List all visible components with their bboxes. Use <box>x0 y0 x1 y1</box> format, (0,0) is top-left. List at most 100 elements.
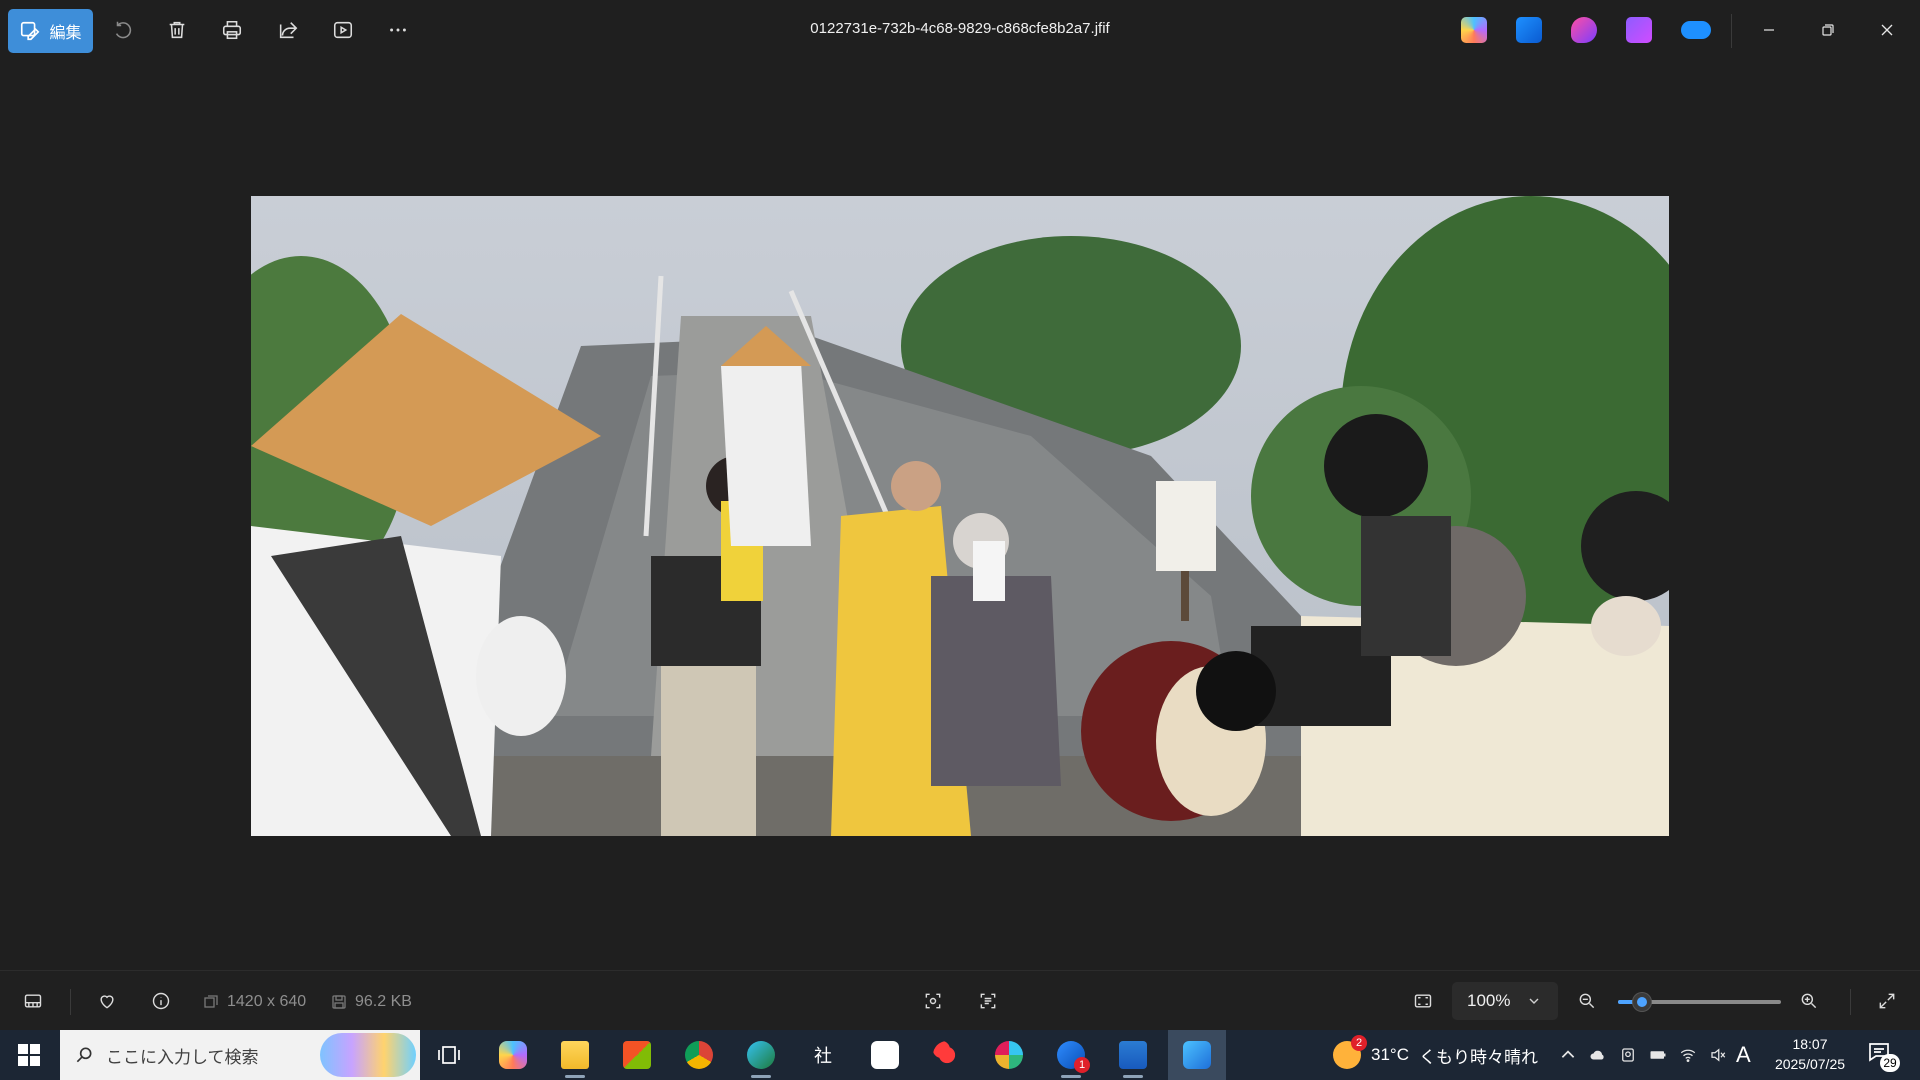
visual-search-button[interactable] <box>917 986 949 1016</box>
wifi-icon <box>1680 1049 1696 1063</box>
close-icon <box>1881 24 1893 36</box>
filmstrip-button[interactable] <box>17 986 49 1016</box>
print-button[interactable] <box>213 12 251 48</box>
minimize-button[interactable] <box>1746 12 1792 48</box>
onedrive-tray[interactable] <box>1587 1044 1609 1066</box>
zoom-out-button[interactable] <box>1571 986 1603 1016</box>
taskbar-microsoft-store[interactable] <box>610 1030 664 1080</box>
slack-icon <box>995 1041 1023 1069</box>
search-highlight-image <box>320 1033 416 1077</box>
status-bar: 1420 x 640 96.2 KB 100% <box>0 970 1920 1030</box>
task-view-button[interactable] <box>422 1030 476 1080</box>
search-placeholder: ここに入力して検索 <box>106 1047 259 1067</box>
volume-tray[interactable] <box>1707 1044 1729 1066</box>
taskbar-copilot[interactable] <box>486 1030 540 1080</box>
file-size: 96.2 KB <box>331 993 412 1011</box>
minimize-icon <box>1764 29 1774 31</box>
taskbar-app-w[interactable] <box>858 1030 912 1080</box>
expand-icon <box>1879 993 1895 1009</box>
status-separator <box>1850 989 1851 1015</box>
full-screen-button[interactable] <box>1871 986 1903 1016</box>
chevron-up-icon <box>1561 1050 1575 1058</box>
delete-button[interactable] <box>158 12 196 48</box>
restore-button[interactable] <box>1805 12 1851 48</box>
more-horizontal-icon <box>390 28 406 32</box>
battery-tray[interactable] <box>1647 1044 1669 1066</box>
windows-logo-icon <box>18 1044 40 1066</box>
photos-app-icon <box>1183 1041 1211 1069</box>
speaker-muted-icon <box>1711 1048 1726 1062</box>
photo-canvas[interactable] <box>251 196 1669 836</box>
top-toolbar: 編集 0122731e-732b-4c68-9829-c868cfe8b2a7.… <box>0 0 1920 60</box>
favorite-button[interactable] <box>91 986 123 1016</box>
taskbar-app-sha[interactable]: 社 <box>796 1030 850 1080</box>
taskbar-word[interactable] <box>1106 1030 1160 1080</box>
zoom-slider-thumb[interactable] <box>1633 993 1652 1011</box>
taskbar-chrome[interactable] <box>672 1030 726 1080</box>
notification-center-button[interactable]: 29 <box>1866 1040 1900 1072</box>
info-icon <box>152 992 170 1010</box>
w-app-icon <box>871 1041 899 1069</box>
edit-button[interactable]: 編集 <box>8 9 93 53</box>
weather-widget[interactable]: 2 31°C くもり時々晴れ <box>1333 1030 1538 1080</box>
close-button[interactable] <box>1864 12 1910 48</box>
app-sha-label: 社 <box>814 1046 832 1067</box>
file-info-button[interactable] <box>145 986 177 1016</box>
video-editor-icon[interactable] <box>1626 17 1652 43</box>
taskbar-search-box[interactable]: ここに入力して検索 <box>60 1030 420 1080</box>
edit-button-label: 編集 <box>49 25 82 42</box>
taskbar-photos[interactable] <box>1168 1030 1226 1080</box>
rotate-button[interactable] <box>104 12 142 48</box>
slideshow-icon <box>333 21 353 39</box>
text-scan-button[interactable] <box>972 986 1004 1016</box>
taskbar-clock[interactable]: 18:07 2025/07/25 <box>1770 1034 1850 1074</box>
search-icon <box>76 1047 92 1063</box>
filmstrip-icon <box>24 994 42 1008</box>
slideshow-button[interactable] <box>324 12 362 48</box>
rotate-icon <box>115 21 132 39</box>
share-button[interactable] <box>269 12 307 48</box>
taskbar-app-red[interactable] <box>920 1030 974 1080</box>
copilot-app-icon <box>499 1041 527 1069</box>
file-name-title: 0122731e-732b-4c68-9829-c868cfe8b2a7.jfi… <box>810 20 1110 37</box>
zoom-level-dropdown[interactable]: 100% <box>1452 982 1558 1020</box>
edge-icon <box>747 1041 775 1069</box>
visual-search-icon <box>925 993 941 1009</box>
tray-overflow-button[interactable] <box>1557 1044 1579 1066</box>
text-scan-icon <box>980 993 996 1009</box>
camera-tray-icon <box>1622 1048 1634 1062</box>
ime-indicator[interactable]: A <box>1736 1042 1751 1068</box>
copilot-icon[interactable] <box>1461 17 1487 43</box>
weather-badge: 2 <box>1351 1035 1367 1051</box>
meet-tray[interactable] <box>1617 1044 1639 1066</box>
clipchamp-icon[interactable] <box>1571 17 1597 43</box>
weather-sun-icon: 2 <box>1333 1035 1367 1069</box>
heart-icon <box>100 995 114 1009</box>
save-disk-icon <box>332 995 346 1009</box>
battery-icon <box>1650 1051 1666 1059</box>
start-button[interactable] <box>0 1030 58 1080</box>
more-options-button[interactable] <box>379 12 417 48</box>
zoom-in-button[interactable] <box>1793 986 1825 1016</box>
notification-count-badge: 29 <box>1880 1054 1900 1072</box>
edit-image-icon <box>21 21 40 41</box>
zoom-slider[interactable] <box>1618 993 1781 1011</box>
taskbar-mail[interactable]: 1 <box>1044 1030 1098 1080</box>
designer-icon[interactable] <box>1516 17 1542 43</box>
chrome-icon <box>685 1041 713 1069</box>
fit-window-icon <box>1414 994 1432 1008</box>
image-dimensions-value: 1420 x 640 <box>227 993 307 1010</box>
windows-taskbar: ここに入力して検索 社 1 2 31°C くもり時々晴れ A 18:07 202… <box>0 1030 1920 1080</box>
mail-app-icon: 1 <box>1057 1041 1090 1073</box>
chevron-down-icon <box>1529 998 1539 1004</box>
taskbar-file-explorer[interactable] <box>548 1030 602 1080</box>
onedrive-icon[interactable] <box>1681 21 1711 39</box>
toolbar-separator <box>1731 14 1732 48</box>
fit-to-window-button[interactable] <box>1407 986 1439 1016</box>
share-icon <box>279 22 298 39</box>
taskbar-slack[interactable] <box>982 1030 1036 1080</box>
taskbar-edge[interactable] <box>734 1030 788 1080</box>
wifi-tray[interactable] <box>1677 1044 1699 1066</box>
cloud-icon <box>1590 1050 1604 1060</box>
restore-icon <box>1822 24 1834 36</box>
